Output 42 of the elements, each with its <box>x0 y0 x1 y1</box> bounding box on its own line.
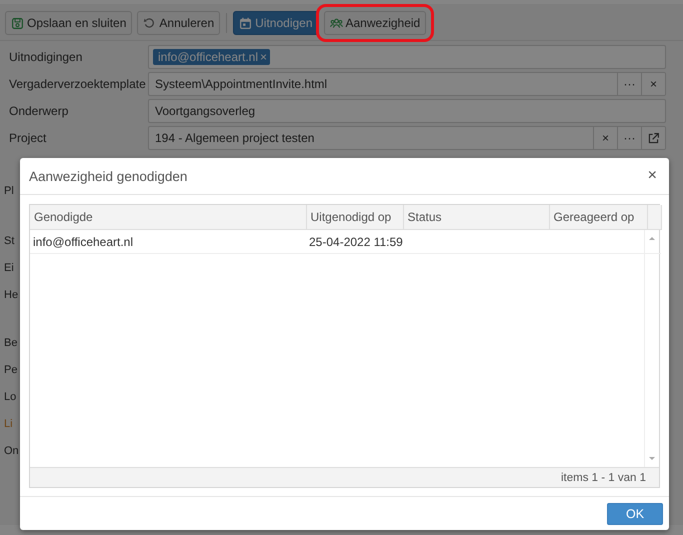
field-label: Li <box>4 417 13 432</box>
field-label: Pe <box>4 363 18 378</box>
close-button[interactable]: × <box>646 167 659 185</box>
external-link-icon <box>647 132 660 144</box>
table-cell: 25-04-2022 11:59 <box>309 234 403 248</box>
tag-text: info@officeheart.nl <box>158 50 258 64</box>
lookup-field[interactable]: 194 - Algemeen project testen × ··· <box>148 126 666 150</box>
text-field[interactable]: Voortgangsoverleg <box>148 99 666 123</box>
field-label: Uitnodigingen <box>8 50 84 64</box>
field-label: St <box>4 234 14 249</box>
lookup-field[interactable]: Systeem\AppointmentInvite.html ··· × <box>148 72 666 96</box>
people-icon <box>330 16 342 30</box>
pager-info: items 1 - 1 van 1 <box>560 472 646 484</box>
table-cell: info@officeheart.nl <box>33 234 134 248</box>
column-header[interactable]: Uitgenodigd op <box>306 205 403 230</box>
column-header[interactable]: Status <box>403 205 549 230</box>
calendar-icon <box>239 16 252 30</box>
remove-tag-button[interactable]: × <box>260 50 268 64</box>
open-button[interactable] <box>641 127 665 149</box>
invite-button[interactable]: Uitnodigen <box>233 11 318 35</box>
field-value: 194 - Algemeen project testen <box>154 131 316 145</box>
field-label: He <box>4 288 18 303</box>
column-header[interactable]: Gereageerd op <box>549 205 647 230</box>
field-action-button[interactable]: × <box>641 73 665 95</box>
field-label: On <box>4 444 19 459</box>
ok-button[interactable]: OK <box>607 502 663 524</box>
field-value: Systeem\AppointmentInvite.html <box>154 77 328 91</box>
cancel-button[interactable]: Annuleren <box>137 11 220 35</box>
field-label: Lo <box>4 390 16 405</box>
field-label: Pl <box>4 184 14 199</box>
field-value: Voortgangsoverleg <box>154 104 256 118</box>
attendance-button[interactable]: Aanwezigheid <box>324 11 426 35</box>
undo-icon <box>143 16 156 30</box>
tag-field[interactable]: info@officeheart.nl × <box>148 45 666 69</box>
field-label: Be <box>4 336 18 351</box>
field-label: Onderwerp <box>8 104 70 118</box>
field-label: Project <box>8 131 48 145</box>
save-close-button[interactable]: Opslaan en sluiten <box>5 11 132 35</box>
column-header[interactable]: Genodigde <box>30 205 306 230</box>
field-label: Ei <box>4 261 14 276</box>
dialog-title: Aanwezigheid genodigden <box>29 168 188 184</box>
field-label: Vergaderverzoektemplate <box>8 77 147 91</box>
